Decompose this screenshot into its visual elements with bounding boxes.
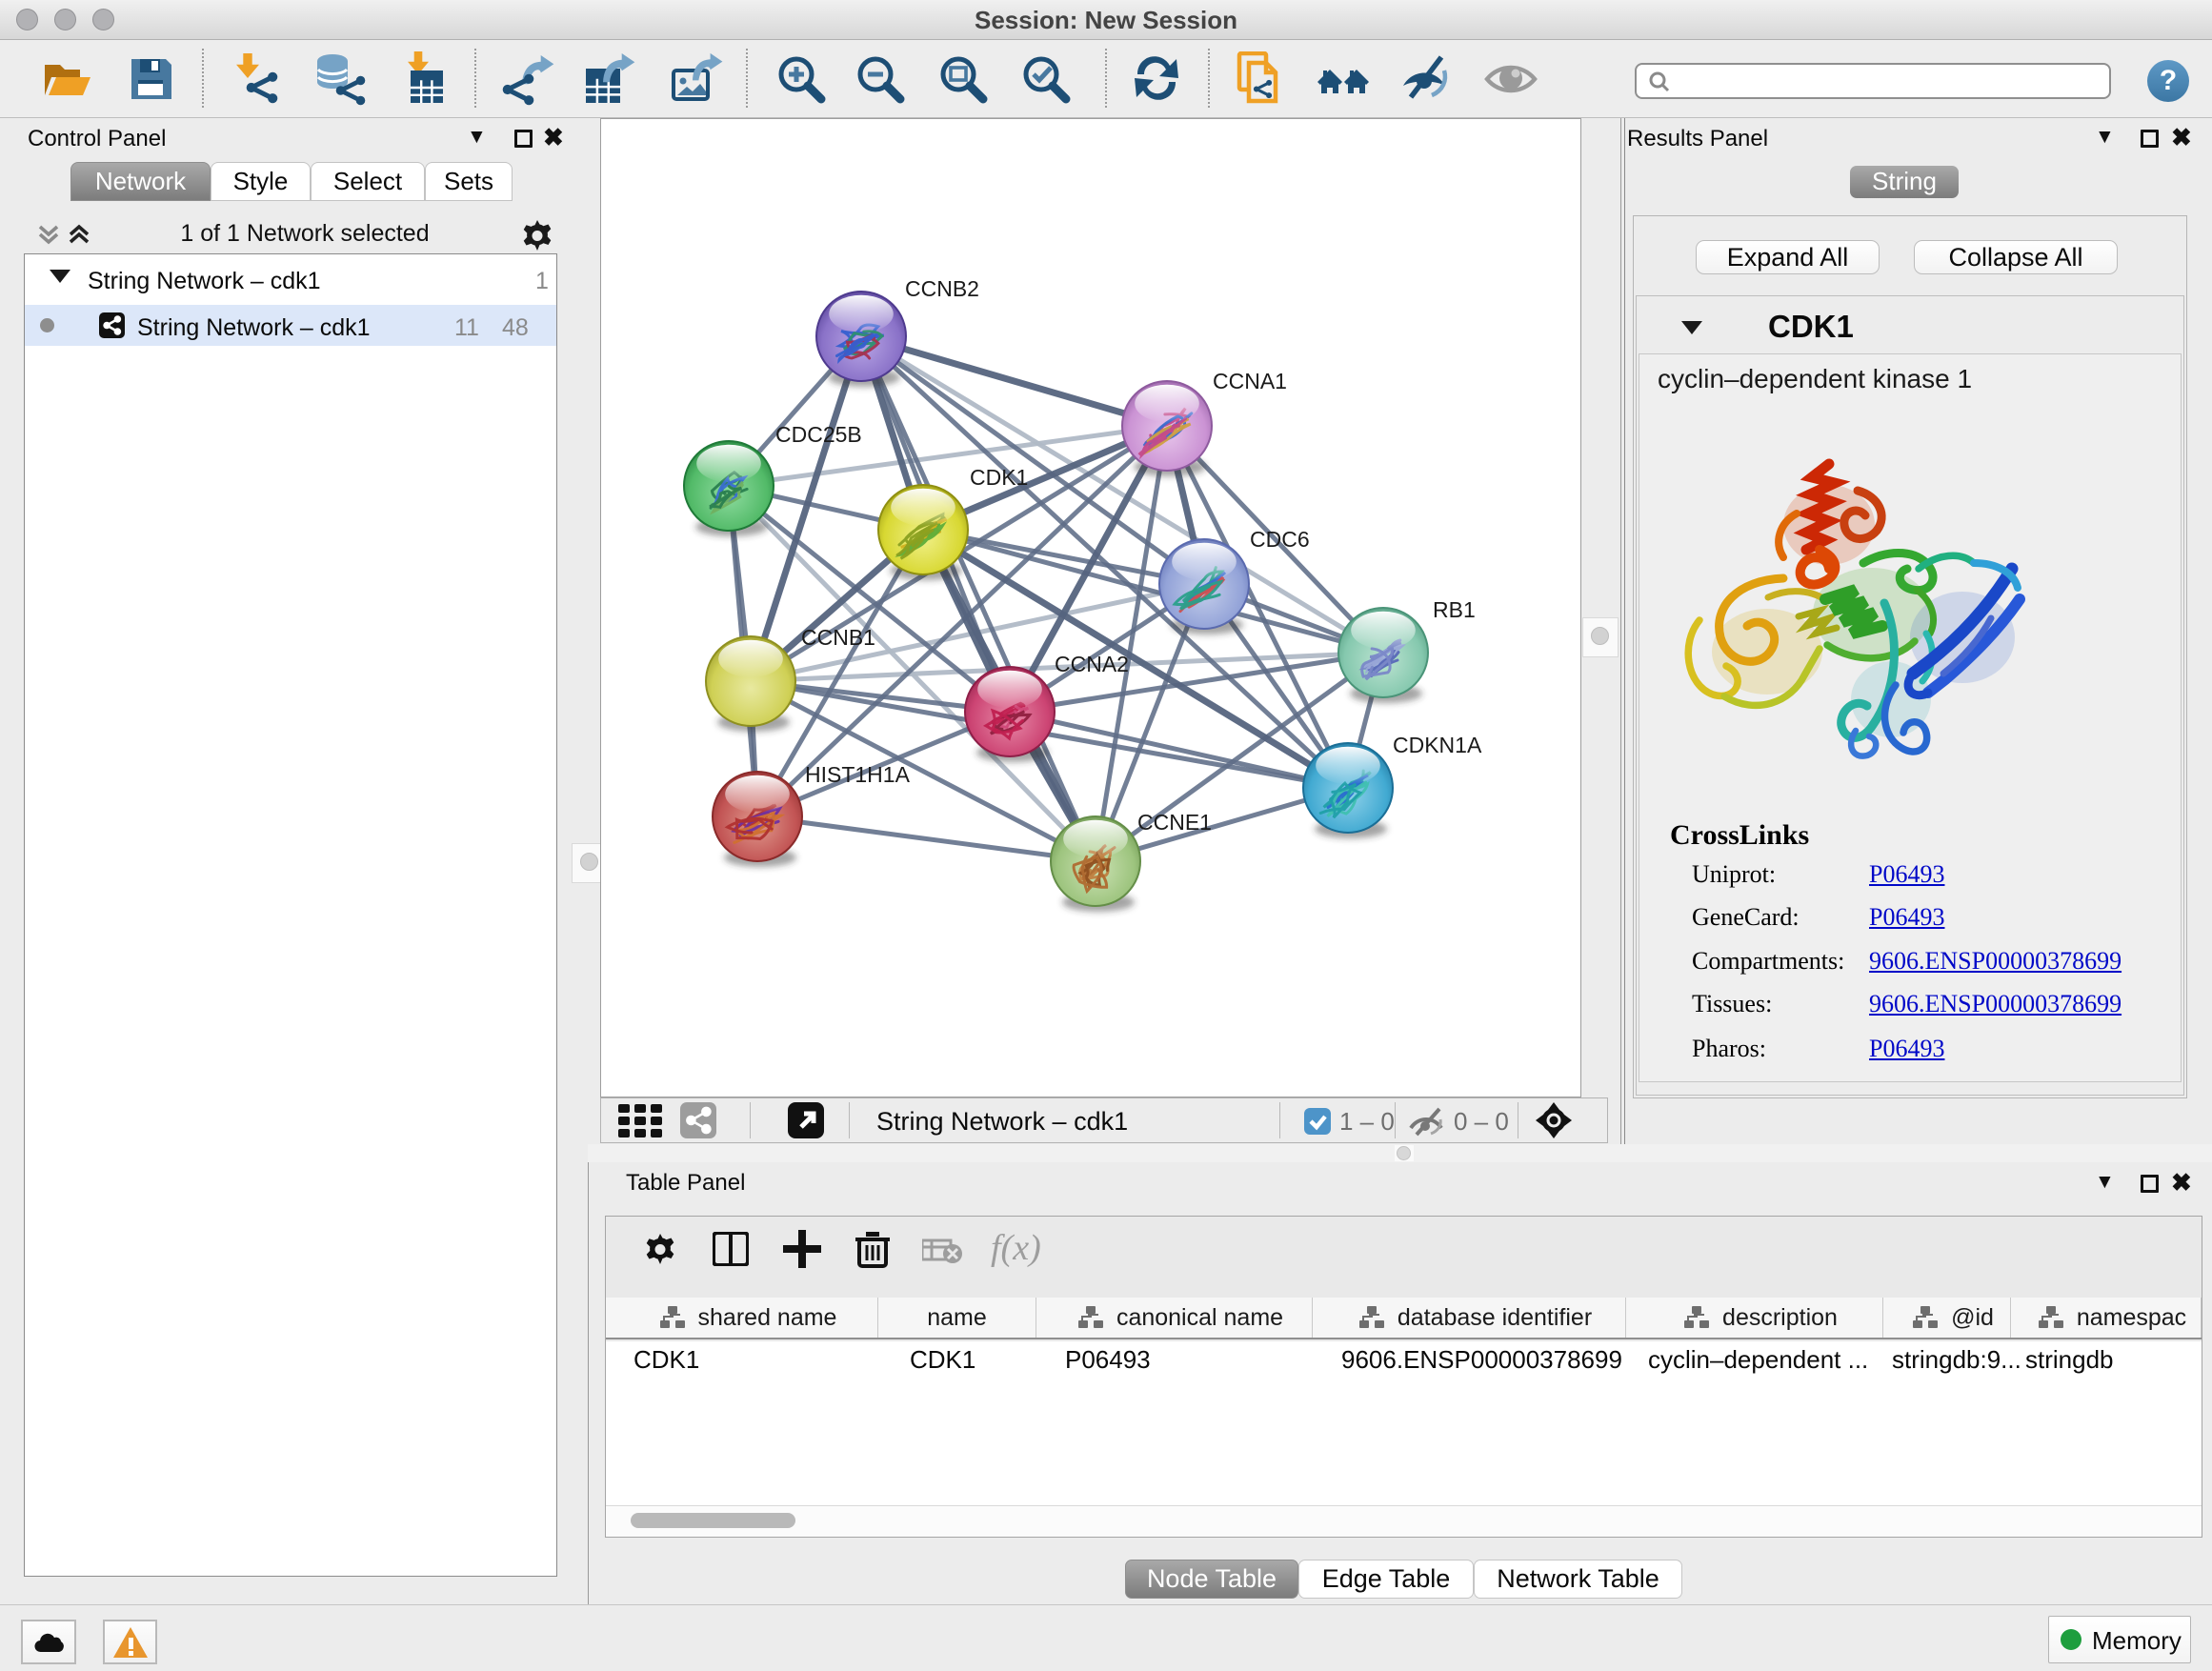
svg-text:CCNE1: CCNE1	[1137, 810, 1212, 835]
svg-text:CDC25B: CDC25B	[775, 422, 862, 447]
svg-text:CCNB2: CCNB2	[905, 276, 979, 301]
svg-text:CCNA2: CCNA2	[1055, 652, 1129, 676]
svg-text:CCNA1: CCNA1	[1213, 369, 1287, 393]
svg-text:CCNB1: CCNB1	[801, 625, 875, 650]
svg-text:CDK1: CDK1	[970, 465, 1028, 490]
svg-text:HIST1H1A: HIST1H1A	[805, 762, 911, 787]
svg-text:RB1: RB1	[1433, 597, 1476, 622]
svg-text:CDC6: CDC6	[1250, 527, 1310, 552]
svg-text:CDKN1A: CDKN1A	[1393, 733, 1482, 757]
